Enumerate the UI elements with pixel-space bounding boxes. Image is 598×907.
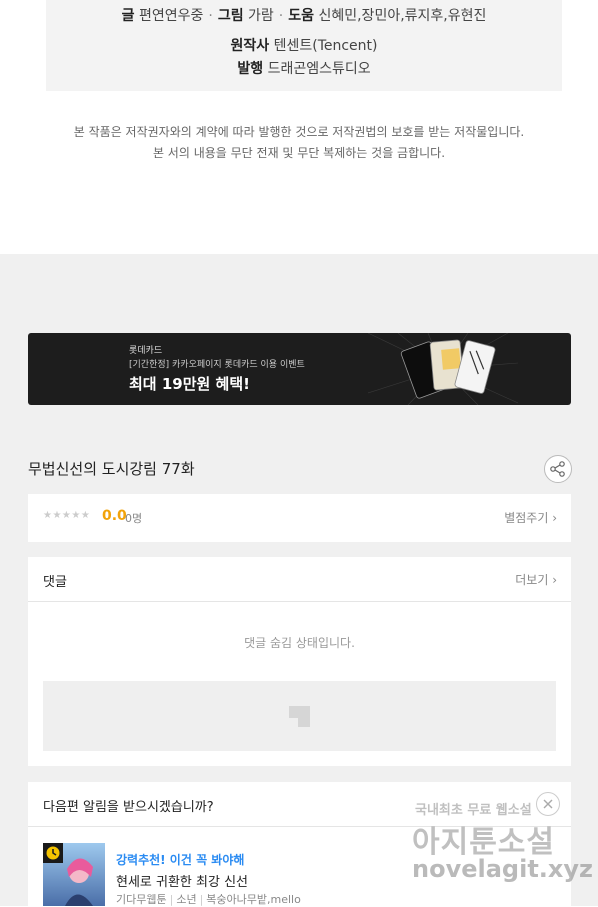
next-episode-alert-panel: 다음편 알림을 받으시겠습니까? 강력추천! 이건 꼭 봐야해 현세로 귀환한 … — [28, 782, 571, 906]
comment-header: 댓글 더보기 › — [28, 557, 571, 602]
rating-panel: ★★★★★ 0.0 0명 별점주기 › — [28, 494, 571, 542]
copyright-notice-line2: 본 서의 내용을 무단 전재 및 무단 복제하는 것을 금합니다. — [152, 146, 446, 160]
alert-header: 다음편 알림을 받으시겠습니까? — [28, 782, 571, 827]
assist-label: 도움 — [288, 8, 315, 24]
rating-score: 0.0 — [102, 508, 127, 524]
banner-brand: 롯데카드 — [129, 346, 163, 356]
recommended-meta: 기다무웹툰 | 소년 | 복숭아나무밭,mello — [116, 893, 301, 906]
banner-headline: 최대 19만원 혜택! — [129, 375, 250, 393]
recommended-category: 소년 — [176, 893, 197, 906]
separator-dot: · — [278, 8, 284, 24]
comment-panel: 댓글 더보기 › 댓글 숨김 상태입니다. — [28, 557, 571, 766]
share-icon — [550, 461, 565, 477]
recommended-thumbnail[interactable] — [43, 843, 105, 906]
publisher-name: 드래곤엠스튜디오 — [267, 61, 371, 77]
more-comments-link[interactable]: 더보기 › — [515, 571, 557, 588]
credit-cards-illustration — [368, 333, 518, 405]
credits-line-original: 원작사 텐센트(Tencent) — [46, 35, 562, 55]
banner-subtitle: [기간한정] 카카오페이지 롯데카드 이용 이벤트 — [129, 360, 305, 370]
credits-line-staff: 글 편연연우중 · 그림 가람 · 도움 신혜민,장민아,류지후,유현진 — [46, 5, 562, 25]
recommended-authors: 복숭아나무밭,mello — [206, 893, 301, 906]
thumbnail-image — [43, 843, 105, 906]
writer-name: 편연연우중 — [138, 8, 204, 24]
copyright-notice-line1: 본 작품은 저작권자와의 계약에 따라 발행한 것으로 저작권법의 보호를 받는… — [73, 125, 525, 139]
assist-names: 신혜민,장민아,류지후,유현진 — [318, 8, 487, 24]
publisher-label: 발행 — [237, 61, 264, 77]
credits-box: 글 편연연우중 · 그림 가람 · 도움 신혜민,장민아,류지후,유현진 원작사 텐센트… — [46, 0, 562, 91]
ad-placeholder[interactable] — [43, 681, 556, 751]
close-button[interactable] — [536, 792, 560, 816]
share-button[interactable] — [544, 455, 572, 483]
promo-banner[interactable]: 롯데카드 [기간한정] 카카오페이지 롯데카드 이용 이벤트 최대 19만원 혜… — [28, 333, 571, 405]
close-icon — [543, 799, 553, 809]
rate-button[interactable]: 별점주기 › — [504, 509, 557, 526]
recommended-title[interactable]: 현세로 귀환한 최강 신선 — [116, 871, 248, 890]
rating-stars: ★★★★★ — [43, 510, 91, 521]
ad-placeholder-icon — [289, 706, 310, 727]
original-label: 원작사 — [230, 38, 270, 54]
comment-title: 댓글 — [43, 575, 67, 590]
credits-line-publisher: 발행 드래곤엠스튜디오 — [46, 58, 562, 78]
recommend-tag: 강력추천! 이건 꼭 봐야해 — [116, 853, 245, 867]
separator-dot: · — [208, 8, 213, 24]
episode-title: 무법신선의 도시강림 77화 — [28, 460, 195, 478]
alert-title: 다음편 알림을 받으시겠습니까? — [43, 800, 214, 815]
original-name: 텐센트(Tencent) — [273, 38, 378, 54]
art-name: 가람 — [248, 8, 274, 24]
art-label: 그림 — [217, 8, 244, 24]
comments-hidden-message: 댓글 숨김 상태입니다. — [244, 636, 355, 650]
writer-label: 글 — [121, 8, 135, 24]
recommended-genre: 기다무웹툰 — [116, 893, 167, 906]
rating-voter-count: 0명 — [125, 512, 143, 525]
